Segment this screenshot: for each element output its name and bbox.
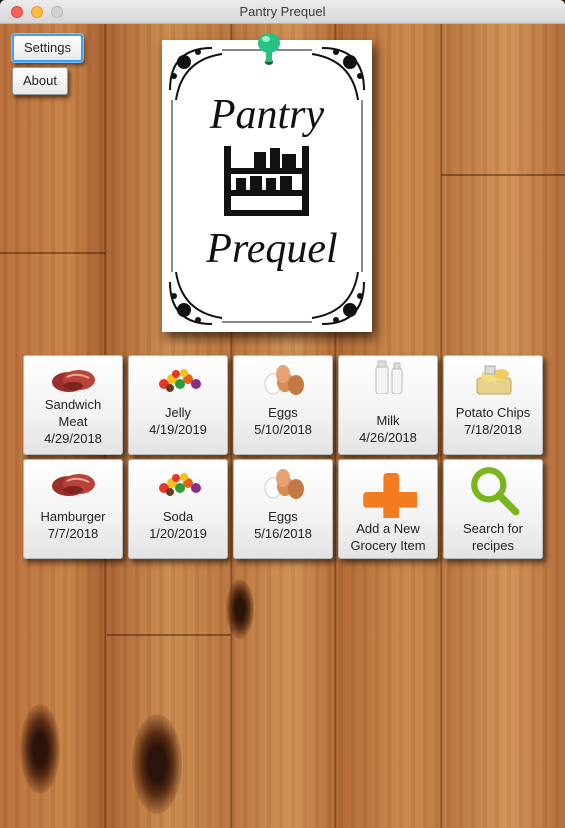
- grocery-item-tile[interactable]: Potato Chips 7/18/2018: [443, 355, 543, 455]
- grocery-item-date: 4/19/2019: [149, 422, 207, 437]
- eggs-icon: [259, 466, 309, 500]
- grocery-item-tile[interactable]: Jelly 4/19/2019: [128, 355, 228, 455]
- plank-seam: [441, 174, 565, 176]
- grocery-item-name: Sandwich Meat: [44, 397, 102, 429]
- grocery-item-name: Soda: [162, 509, 194, 524]
- grocery-item-name: Potato Chips: [455, 405, 531, 420]
- plus-icon: [363, 472, 417, 518]
- grocery-item-tile[interactable]: Eggs 5/10/2018: [233, 355, 333, 455]
- grocery-item-date: 5/10/2018: [254, 422, 312, 437]
- add-grocery-item-button[interactable]: Add a New Grocery Item: [338, 459, 438, 559]
- plank-seam: [0, 252, 105, 254]
- wood-knot: [132, 714, 182, 814]
- add-grocery-item-label: Add a New Grocery Item: [350, 521, 426, 553]
- title-bar: Pantry Prequel: [0, 0, 565, 24]
- candy-icon: [154, 466, 204, 500]
- app-logo-note: Pantry Prequel: [162, 40, 372, 332]
- plank-seam: [107, 634, 231, 636]
- search-recipes-label: Search for recipes: [463, 521, 523, 553]
- chips-icon: [469, 362, 519, 396]
- app-window: Pantry Prequel Settings About Pantry Pre…: [0, 0, 565, 828]
- grocery-item-date: 5/16/2018: [254, 526, 312, 541]
- meat-icon: [49, 362, 99, 396]
- grocery-item-name: Eggs: [268, 405, 298, 420]
- milk-icon: [364, 360, 414, 404]
- meat-icon: [49, 466, 99, 500]
- grocery-item-tile[interactable]: Sandwich Meat 4/29/2018: [23, 355, 123, 455]
- settings-button[interactable]: Settings: [12, 34, 83, 62]
- search-recipes-button[interactable]: Search for recipes: [443, 459, 543, 559]
- ornate-frame: Pantry Prequel: [169, 47, 365, 325]
- grocery-item-tile[interactable]: Hamburger 7/7/2018: [23, 459, 123, 559]
- logo-title-line2: Prequel: [205, 226, 337, 272]
- grocery-item-name: Milk: [376, 413, 400, 428]
- window-title: Pantry Prequel: [239, 4, 326, 19]
- search-icon: [471, 467, 520, 516]
- grocery-item-date: 7/7/2018: [47, 526, 99, 541]
- grocery-item-tile[interactable]: Eggs 5/16/2018: [233, 459, 333, 559]
- grocery-item-tile[interactable]: Soda 1/20/2019: [128, 459, 228, 559]
- grocery-item-name: Eggs: [268, 509, 298, 524]
- wood-knot: [226, 579, 254, 639]
- grocery-item-date: 1/20/2019: [149, 526, 207, 541]
- candy-icon: [154, 362, 204, 396]
- grocery-item-date: 7/18/2018: [464, 422, 522, 437]
- eggs-icon: [259, 362, 309, 396]
- grocery-item-name: Hamburger: [40, 509, 106, 524]
- grocery-item-tile[interactable]: Milk 4/26/2018: [338, 355, 438, 455]
- grocery-item-date: 4/26/2018: [359, 430, 417, 445]
- wood-knot: [20, 704, 60, 794]
- grocery-item-name: Jelly: [164, 405, 191, 420]
- grocery-item-date: 4/29/2018: [44, 431, 102, 446]
- pushpin-icon: [258, 33, 280, 65]
- shelf-icon: [224, 146, 309, 216]
- about-button[interactable]: About: [12, 67, 68, 95]
- logo-title-line1: Pantry: [209, 92, 325, 138]
